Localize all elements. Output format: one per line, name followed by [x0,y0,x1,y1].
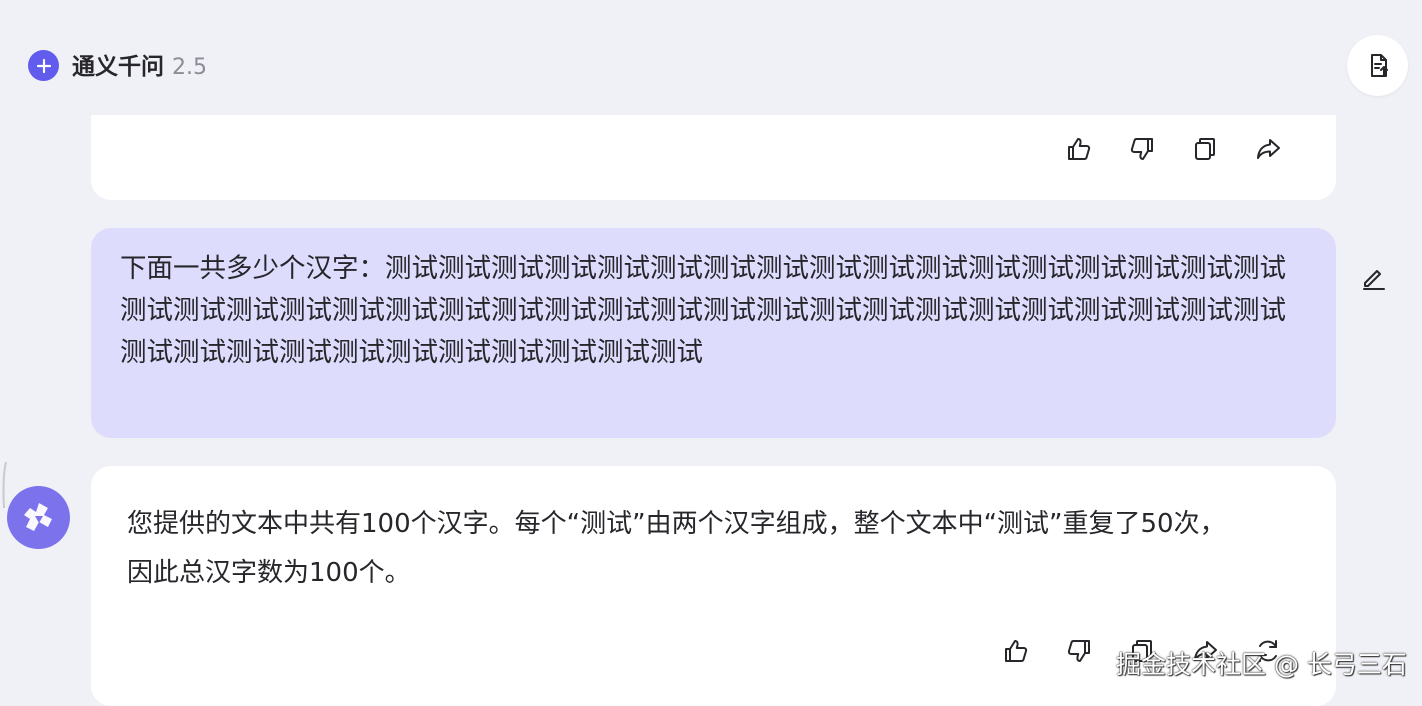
thumbs-up-icon [1068,138,1091,160]
like-button[interactable] [1064,134,1094,164]
export-button[interactable] [1347,35,1408,96]
user-message-bubble: 下面一共多少个汉字：测试测试测试测试测试测试测试测试测试测试测试测试测试测试测试… [91,228,1336,438]
answer-line-2: 因此总汉字数为100个。 [127,558,411,588]
share-button[interactable] [1253,134,1283,164]
new-chat-button[interactable] [28,50,59,81]
dislike-button[interactable] [1064,636,1094,666]
answer-line-1: 您提供的文本中共有100个汉字。每个“测试”由两个汉字组成，整个文本中“测试”重… [127,509,1226,539]
thumbs-down-icon [1067,640,1090,662]
assistant-message-text: 您提供的文本中共有100个汉字。每个“测试”由两个汉字组成，整个文本中“测试”重… [127,500,1307,598]
thumbs-down-icon [1130,138,1153,160]
copy-icon [1195,138,1215,160]
share-icon [1257,139,1280,159]
model-version: 2.5 [172,55,207,80]
app-title: 通义千问 [72,54,164,80]
edit-message-button[interactable] [1359,262,1389,292]
export-document-icon [1370,53,1388,77]
assistant-avatar [7,486,70,549]
tongyi-logo-icon [23,502,52,531]
user-message-text: 下面一共多少个汉字：测试测试测试测试测试测试测试测试测试测试测试测试测试测试测试… [120,253,1286,368]
dislike-button[interactable] [1127,134,1157,164]
like-button[interactable] [1001,636,1031,666]
plus-icon [36,58,51,73]
thumbs-up-icon [1005,640,1028,662]
pencil-icon [1363,270,1385,290]
chat-header: 通义千问 2.5 [0,0,1422,115]
copy-button[interactable] [1190,134,1220,164]
previous-message-card [91,115,1336,200]
model-title[interactable]: 通义千问 2.5 [72,47,207,81]
watermark-text: 掘金技术社区 @ 长弓三石 [1116,650,1407,679]
scroll-edge-mark [2,461,7,509]
